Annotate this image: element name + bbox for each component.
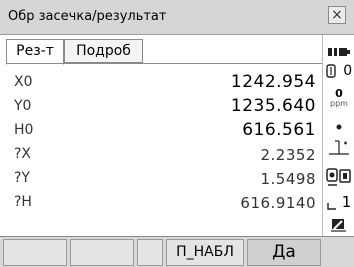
result-value: 2.2352	[260, 146, 316, 164]
dot-icon	[323, 117, 354, 136]
result-row-dh: ?H 616.9140	[6, 192, 322, 214]
softkey-bar: П_НАБЛ Да	[0, 236, 354, 267]
result-label: ?Y	[14, 170, 30, 186]
mode-bracket-icon	[326, 203, 336, 210]
counter-row: 0	[323, 63, 354, 79]
softkey-1[interactable]	[3, 239, 67, 266]
tab-result[interactable]: Рез-т	[6, 39, 64, 65]
yes-button[interactable]: Да	[247, 239, 321, 266]
result-label: Y0	[14, 98, 32, 114]
counter-icon	[326, 64, 336, 78]
result-label: H0	[14, 122, 34, 138]
softkey-2[interactable]	[70, 239, 134, 266]
ppm-indicator: 0 ppm	[323, 87, 354, 109]
close-button[interactable]: ×	[328, 6, 346, 24]
result-value: 1.5498	[260, 170, 316, 188]
status-sidebar: 0 0 ppm 1	[322, 35, 354, 236]
result-row-x0: X0 1242.954	[6, 72, 322, 94]
results-panel: X0 1242.954 Y0 1235.640 H0 616.561 ?X 2.…	[6, 63, 322, 236]
input-mode-icon[interactable]	[323, 217, 354, 237]
result-row-y0: Y0 1235.640	[6, 96, 322, 118]
ppm-unit: ppm	[330, 99, 348, 108]
result-value: 1235.640	[230, 96, 316, 116]
result-row-dy: ?Y 1.5498	[6, 168, 322, 190]
result-value: 616.561	[242, 120, 316, 140]
tilt-icon	[323, 137, 354, 161]
count-value: 0	[343, 63, 353, 79]
mode-digit: 1	[341, 193, 352, 211]
mode-indicator: 1	[323, 192, 354, 211]
tab-detail[interactable]: Подроб	[64, 39, 143, 63]
target-prism-icon[interactable]	[323, 165, 354, 191]
window-title: Обр засечка/результат	[8, 9, 167, 24]
result-value: 616.9140	[240, 194, 316, 212]
result-row-h0: H0 616.561	[6, 120, 322, 142]
title-bar: Обр засечка/результат ×	[0, 0, 354, 35]
result-row-dx: ?X 2.2352	[6, 144, 322, 166]
result-label: ?H	[14, 194, 32, 210]
softkey-3[interactable]	[137, 239, 163, 266]
ppm-value: 0	[335, 87, 343, 100]
result-value: 1242.954	[230, 72, 316, 92]
result-label: X0	[14, 74, 33, 90]
battery-icon	[323, 43, 354, 62]
observe-again-button[interactable]: П_НАБЛ	[166, 239, 244, 266]
result-label: ?X	[14, 146, 32, 162]
